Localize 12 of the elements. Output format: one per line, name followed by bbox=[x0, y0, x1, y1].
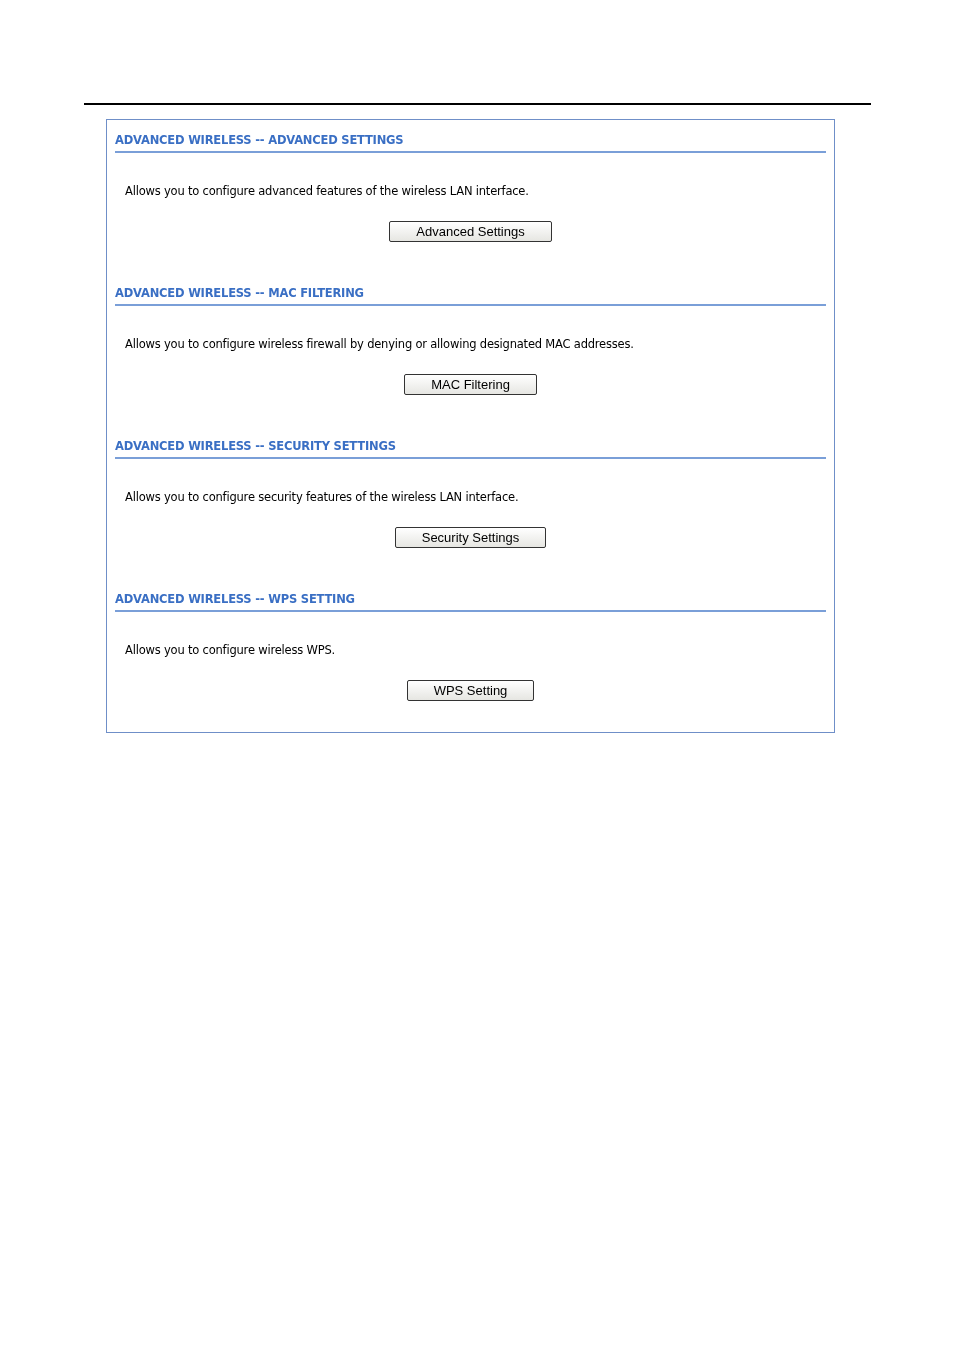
settings-button[interactable]: Advanced Settings bbox=[389, 221, 552, 242]
section-heading: ADVANCED WIRELESS -- WPS SETTING bbox=[115, 592, 826, 612]
section-description: Allows you to configure advanced features of the wireless LAN interface. bbox=[125, 184, 530, 198]
settings-button[interactable]: MAC Filtering bbox=[404, 374, 537, 395]
settings-button[interactable]: WPS Setting bbox=[406, 680, 535, 701]
settings-button[interactable]: Security Settings bbox=[394, 527, 547, 548]
section-description: Allows you to configure security features of the wireless LAN interface. bbox=[125, 490, 520, 504]
section-heading: ADVANCED WIRELESS -- ADVANCED SETTINGS bbox=[115, 133, 826, 153]
section-description: Allows you to configure wireless WPS. bbox=[125, 643, 336, 657]
section-heading: ADVANCED WIRELESS -- SECURITY SETTINGS bbox=[115, 439, 826, 459]
section-heading: ADVANCED WIRELESS -- MAC FILTERING bbox=[115, 286, 826, 306]
section-description: Allows you to configure wireless firewall by denying or allowing designated MAC addresses. bbox=[125, 337, 635, 351]
